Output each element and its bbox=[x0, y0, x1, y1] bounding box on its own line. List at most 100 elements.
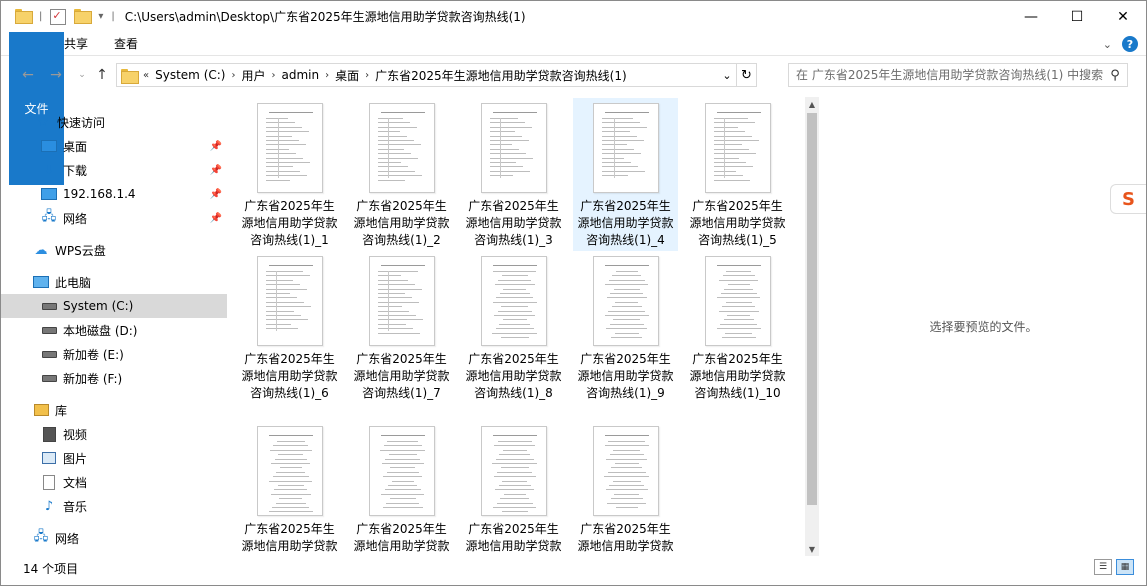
file-item[interactable]: 广东省2025年生源地信用助学贷款咨询热线(1)_14 bbox=[573, 421, 678, 553]
vertical-scrollbar[interactable]: ▲ ▼ bbox=[805, 97, 819, 556]
details-view-icon[interactable]: ☰ bbox=[1094, 559, 1112, 575]
file-thumbnail bbox=[704, 103, 771, 193]
sidebar-item-wps-cloud[interactable]: ☁ WPS云盘 bbox=[1, 238, 227, 262]
sidebar-item-downloads[interactable]: ⬇ 下载 📌 bbox=[1, 158, 227, 182]
item-count: 14 个项目 bbox=[23, 561, 79, 576]
search-input[interactable] bbox=[796, 68, 1103, 82]
file-item[interactable]: 广东省2025年生源地信用助学贷款咨询热线(1)_1 bbox=[237, 98, 342, 251]
file-item[interactable]: 广东省2025年生源地信用助学贷款咨询热线(1)_11 bbox=[237, 421, 342, 553]
wps-floating-icon[interactable]: S bbox=[1110, 184, 1146, 214]
navigation-pane: ★ 快速访问 桌面 📌 ⬇ 下载 📌 192.168.1.4 📌 🖧 网络 📌 … bbox=[1, 98, 227, 552]
file-item[interactable]: 广东省2025年生源地信用助学贷款咨询热线(1)_9 bbox=[573, 251, 678, 404]
sidebar-item-network-host[interactable]: 192.168.1.4 📌 bbox=[1, 182, 227, 206]
file-thumbnail bbox=[480, 426, 547, 516]
expand-ribbon-chevron-icon[interactable]: ⌄ bbox=[1103, 38, 1112, 51]
sidebar-item-system-c[interactable]: System (C:) bbox=[1, 294, 227, 318]
sidebar-item-label: 快速访问 bbox=[57, 115, 106, 130]
preview-empty-text: 选择要预览的文件。 bbox=[929, 320, 1038, 334]
pin-icon: 📌 bbox=[209, 212, 222, 224]
scroll-up-arrow-icon[interactable]: ▲ bbox=[805, 97, 819, 111]
address-bar[interactable]: « System (C:) › 用户 › admin › 桌面 › 广东省202… bbox=[116, 63, 757, 87]
sidebar-item-volume-e[interactable]: 新加卷 (E:) bbox=[1, 342, 227, 366]
sidebar-item-videos[interactable]: 视频 bbox=[1, 422, 227, 446]
scroll-down-arrow-icon[interactable]: ▼ bbox=[805, 542, 819, 556]
search-box[interactable]: ⚲ bbox=[788, 63, 1128, 87]
sidebar-item-label: 新加卷 (E:) bbox=[63, 347, 124, 362]
refresh-icon[interactable]: ↻ bbox=[736, 64, 756, 86]
sidebar-item-volume-f[interactable]: 新加卷 (F:) bbox=[1, 366, 227, 390]
file-name: 广东省2025年生源地信用助学贷款咨询热线(1)_7 bbox=[353, 352, 450, 400]
sidebar-item-network-pinned[interactable]: 🖧 网络 📌 bbox=[1, 206, 227, 230]
file-name: 广东省2025年生源地信用助学贷款咨询热线(1)_3 bbox=[465, 199, 562, 247]
file-item[interactable]: 广东省2025年生源地信用助学贷款咨询热线(1)_4 bbox=[573, 98, 678, 251]
file-item[interactable]: 广东省2025年生源地信用助学贷款咨询热线(1)_5 bbox=[685, 98, 790, 251]
sidebar-item-desktop[interactable]: 桌面 📌 bbox=[1, 134, 227, 158]
file-item[interactable]: 广东省2025年生源地信用助学贷款咨询热线(1)_6 bbox=[237, 251, 342, 404]
minimize-button[interactable]: — bbox=[1008, 1, 1054, 32]
sidebar-item-label: 视频 bbox=[63, 427, 88, 442]
breadcrumb-desktop[interactable]: 桌面 bbox=[329, 67, 365, 84]
file-item[interactable]: 广东省2025年生源地信用助学贷款咨询热线(1)_7 bbox=[349, 251, 454, 404]
pc-icon bbox=[33, 274, 49, 290]
status-bar: 14 个项目 ☰ ▦ bbox=[1, 557, 1146, 579]
search-icon[interactable]: ⚲ bbox=[1103, 68, 1127, 83]
sidebar-item-music[interactable]: ♪ 音乐 bbox=[1, 494, 227, 518]
back-arrow-icon[interactable]: ← bbox=[17, 64, 39, 86]
up-arrow-icon[interactable]: ↑ bbox=[91, 64, 113, 86]
close-button[interactable]: ✕ bbox=[1100, 1, 1146, 32]
file-name: 广东省2025年生源地信用助学贷款咨询热线(1)_8 bbox=[465, 352, 562, 400]
file-name: 广东省2025年生源地信用助学贷款咨询热线(1)_12 bbox=[353, 522, 450, 553]
pin-icon: 📌 bbox=[209, 140, 222, 152]
maximize-button[interactable]: ☐ bbox=[1054, 1, 1100, 32]
file-item[interactable]: 广东省2025年生源地信用助学贷款咨询热线(1)_10 bbox=[685, 251, 790, 404]
file-item[interactable]: 广东省2025年生源地信用助学贷款咨询热线(1)_3 bbox=[461, 98, 566, 251]
download-icon: ⬇ bbox=[43, 162, 55, 178]
explorer-window: | ▾ | C:\Users\admin\Desktop\广东省2025年生源地… bbox=[0, 0, 1147, 586]
file-name: 广东省2025年生源地信用助学贷款咨询热线(1)_2 bbox=[353, 199, 450, 247]
picture-icon bbox=[41, 450, 57, 466]
drive-icon bbox=[41, 370, 57, 386]
sidebar-item-label: 网络 bbox=[55, 531, 80, 546]
breadcrumb-system-c[interactable]: System (C:) bbox=[149, 68, 231, 82]
sidebar-item-pictures[interactable]: 图片 bbox=[1, 446, 227, 470]
sidebar-item-label: 本地磁盘 (D:) bbox=[63, 323, 138, 338]
large-icons-view-icon[interactable]: ▦ bbox=[1116, 559, 1134, 575]
file-item[interactable]: 广东省2025年生源地信用助学贷款咨询热线(1)_13 bbox=[461, 421, 566, 553]
title-bar: | ▾ | C:\Users\admin\Desktop\广东省2025年生源地… bbox=[1, 1, 1146, 32]
video-icon bbox=[41, 426, 57, 442]
breadcrumb-current-folder[interactable]: 广东省2025年生源地信用助学贷款咨询热线(1) bbox=[369, 67, 633, 84]
file-name: 广东省2025年生源地信用助学贷款咨询热线(1)_14 bbox=[577, 522, 674, 553]
tab-view[interactable]: 查看 bbox=[101, 32, 151, 55]
file-item[interactable]: 广东省2025年生源地信用助学贷款咨询热线(1)_12 bbox=[349, 421, 454, 553]
drive-icon bbox=[41, 298, 57, 314]
scrollbar-thumb[interactable] bbox=[807, 113, 817, 505]
file-item[interactable]: 广东省2025年生源地信用助学贷款咨询热线(1)_8 bbox=[461, 251, 566, 404]
folder-icon bbox=[15, 8, 33, 25]
monitor-icon bbox=[41, 186, 57, 202]
breadcrumb-users[interactable]: 用户 bbox=[235, 67, 271, 84]
drive-icon bbox=[41, 322, 57, 338]
forward-arrow-icon[interactable]: → bbox=[45, 64, 67, 86]
sidebar-item-this-pc[interactable]: 此电脑 bbox=[1, 270, 227, 294]
properties-icon[interactable] bbox=[50, 8, 67, 25]
customize-toolbar-chevron-icon[interactable]: ▾ bbox=[98, 11, 103, 22]
sidebar-item-quick-access[interactable]: ★ 快速访问 bbox=[1, 110, 227, 134]
document-icon bbox=[41, 474, 57, 490]
new-folder-icon[interactable] bbox=[74, 8, 93, 25]
network-icon: 🖧 bbox=[33, 529, 49, 544]
address-history-chevron-icon[interactable]: ⌄ bbox=[718, 69, 736, 82]
file-item[interactable]: 广东省2025年生源地信用助学贷款咨询热线(1)_2 bbox=[349, 98, 454, 251]
recent-locations-chevron-icon[interactable]: ⌄ bbox=[71, 64, 93, 86]
file-thumbnail bbox=[480, 103, 547, 193]
sidebar-item-local-disk-d[interactable]: 本地磁盘 (D:) bbox=[1, 318, 227, 342]
star-icon: ★ bbox=[37, 114, 49, 130]
file-thumbnail bbox=[256, 256, 323, 346]
sidebar-item-libraries[interactable]: 库 bbox=[1, 398, 227, 422]
sidebar-item-label: System (C:) bbox=[63, 299, 134, 313]
breadcrumb-admin[interactable]: admin bbox=[276, 68, 326, 82]
sidebar-item-network[interactable]: 🖧 网络 bbox=[1, 526, 227, 550]
ribbon-tabs: 文件 主页 共享 查看 ⌄ ? bbox=[1, 32, 1146, 185]
help-icon[interactable]: ? bbox=[1122, 36, 1138, 52]
sidebar-item-documents[interactable]: 文档 bbox=[1, 470, 227, 494]
sidebar-item-label: 192.168.1.4 bbox=[63, 187, 136, 201]
